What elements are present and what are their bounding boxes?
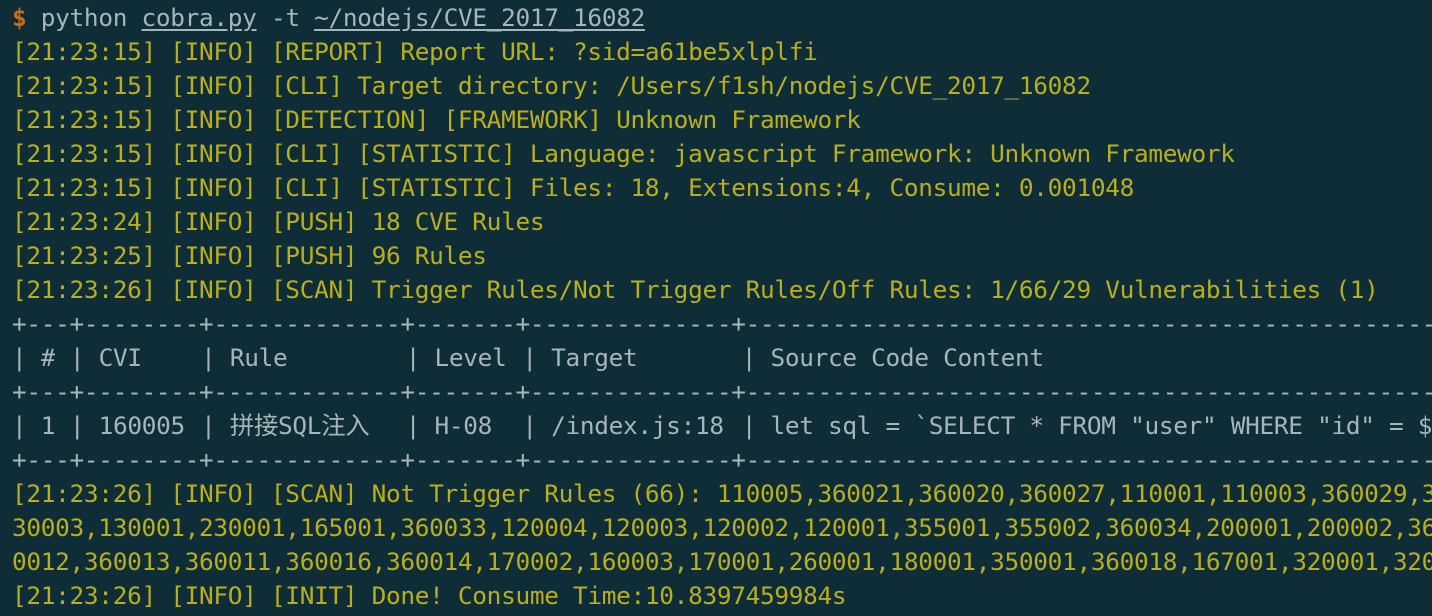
log-line-language-statistic: [21:23:15] [INFO] [CLI] [STATISTIC] Lang… (12, 139, 1235, 168)
log-line-framework-detection: [21:23:15] [INFO] [DETECTION] [FRAMEWORK… (12, 105, 861, 134)
row-cvi: 160005 (98, 411, 186, 440)
table-border-bottom: +---+--------+-------------+-------+----… (12, 445, 1432, 474)
row-rule: 拼接SQL注入 (229, 411, 370, 440)
command-prompt-line: $ python cobra.py -t ~/nodejs/CVE_2017_1… (0, 1, 1432, 35)
header-num: # (40, 343, 56, 372)
log-line-push-rules: [21:23:25] [INFO] [PUSH] 96 Rules (12, 241, 487, 270)
header-source-code-content: Source Code Content (770, 343, 1044, 372)
table-row: | 1 | 160005 | 拼接SQL注入 | H-08 | /index.j… (0, 409, 1432, 443)
row-target: /index.js:18 (551, 411, 724, 440)
terminal-window[interactable]: $ python cobra.py -t ~/nodejs/CVE_2017_1… (0, 0, 1432, 616)
header-rule: Rule (229, 343, 288, 372)
table-border-middle: +---+--------+-------------+-------+----… (12, 377, 1432, 406)
command-flag: -t (270, 3, 300, 32)
table-header-row: | # | CVI | Rule | Level | Target | Sour… (0, 341, 1432, 375)
log-line-push-cve-rules: [21:23:24] [INFO] [PUSH] 18 CVE Rules (12, 207, 545, 236)
script-path-link[interactable]: cobra.py (141, 3, 256, 32)
header-cvi: CVI (98, 343, 142, 372)
target-path-link[interactable]: ~/nodejs/CVE_2017_16082 (314, 3, 645, 32)
log-line-scan-summary: [21:23:26] [INFO] [SCAN] Trigger Rules/N… (12, 275, 1379, 304)
prompt-symbol: $ (12, 3, 27, 32)
header-target: Target (551, 343, 638, 372)
row-level: H-08 (434, 411, 493, 440)
header-level: Level (434, 343, 507, 372)
log-line-init-done: [21:23:26] [INFO] [INIT] Done! Consume T… (12, 581, 847, 610)
log-line-files-statistic: [21:23:15] [INFO] [CLI] [STATISTIC] File… (12, 173, 1134, 202)
command-name: python (40, 3, 128, 32)
log-line-report-url: [21:23:15] [INFO] [REPORT] Report URL: ?… (12, 37, 818, 66)
log-line-target-directory: [21:23:15] [INFO] [CLI] Target directory… (12, 71, 1091, 100)
log-line-not-trigger-rules-continued: 30003,130001,230001,165001,360033,120004… (12, 513, 1432, 542)
row-source-code-content: let sql = `SELECT * FROM "user" WHERE "i… (770, 411, 1432, 440)
row-num: 1 (40, 411, 56, 440)
log-line-not-trigger-rules: [21:23:26] [INFO] [SCAN] Not Trigger Rul… (12, 479, 1432, 508)
log-line-not-trigger-rules-continued-2: 0012,360013,360011,360016,360014,170002,… (12, 547, 1432, 576)
table-border-top: +---+--------+-------------+-------+----… (12, 309, 1432, 338)
